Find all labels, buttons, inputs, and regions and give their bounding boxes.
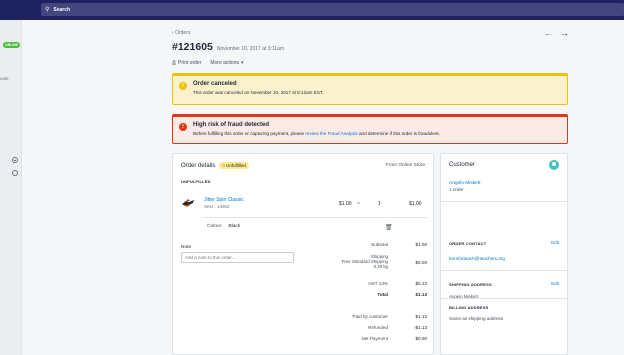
more-actions-label: More actions <box>210 60 239 66</box>
avatar <box>549 160 559 170</box>
summary-label: Refunded <box>368 325 388 330</box>
breadcrumb[interactable]: ‹ Orders <box>172 30 190 36</box>
customer-order-count: 1 order <box>449 187 464 192</box>
unfulfilled-section-label: UNFULFILLED <box>181 179 211 184</box>
summary-amount: $1.13 <box>415 314 428 319</box>
print-order-label: Print order <box>178 60 202 66</box>
summary-label: Shipping Free Standard Shipping 0.29 kg <box>313 254 388 269</box>
banner-title: Order canceled <box>193 81 237 87</box>
product-sku: SKU : 14902 <box>204 204 230 209</box>
online-store-badge: ONLINE <box>3 42 21 48</box>
summary-amount: $1.13 <box>415 292 428 297</box>
banner-title: High risk of fraud detected <box>193 122 270 128</box>
status-dot-icon: ○ <box>222 163 226 168</box>
summary-row-tax: HST 13% $0.13 <box>313 281 427 286</box>
sidebar-item-checkouts[interactable]: outs <box>0 76 9 81</box>
printer-icon: ⎙ <box>172 60 177 66</box>
previous-order-arrow-icon[interactable]: ← <box>544 28 553 38</box>
order-number: #121605 <box>172 41 213 53</box>
banner-text: This order was canceled on November 10, … <box>193 90 324 95</box>
summary-amount: $0.00 <box>415 260 428 265</box>
summary-row-total: Total $1.13 <box>313 292 427 297</box>
product-price: $1.00 <box>339 201 352 207</box>
summary-row-net: Net Payment $0.00 <box>313 336 427 341</box>
order-actions: ⎙ Print order More actions ▾ <box>172 60 244 66</box>
order-details-title: Order details ○ Unfulfilled <box>181 162 249 169</box>
trash-icon[interactable]: 🗑 <box>385 224 393 231</box>
divider <box>441 201 567 202</box>
variant-colour: Colour: Black <box>207 224 240 229</box>
divider <box>441 270 567 271</box>
billing-section: BILLING ADDRESS Same as shipping address <box>440 298 568 355</box>
summary-label: Total <box>377 292 388 297</box>
sidebar: ONLINE outs <box>0 20 22 355</box>
summary-label: HST 13% <box>368 281 388 286</box>
breadcrumb-orders[interactable]: Orders <box>175 30 190 36</box>
order-canceled-banner: ! Order canceled This order was canceled… <box>172 73 568 105</box>
caret-down-icon: ▾ <box>240 60 244 66</box>
note-label: Note <box>181 245 192 250</box>
add-sales-channel-icon[interactable] <box>12 157 18 163</box>
order-details-heading: Order details <box>181 162 216 169</box>
unfulfilled-badge: ○ Unfulfilled <box>219 162 249 169</box>
search-placeholder: Search <box>53 6 71 13</box>
alert-icon: ! <box>179 123 187 131</box>
print-order-button[interactable]: ⎙ Print order <box>172 60 201 66</box>
summary-row-shipping: Shipping Free Standard Shipping 0.29 kg … <box>313 254 427 269</box>
summary-row-subtotal: Subtotal $1.00 <box>313 242 427 247</box>
colour-value: Black <box>228 224 241 229</box>
order-contact-label: ORDER CONTACT <box>449 241 487 246</box>
more-actions-button[interactable]: More actions ▾ <box>210 60 243 66</box>
shipping-address-label: SHIPPING ADDRESS <box>449 282 492 287</box>
order-note-input[interactable] <box>181 252 294 263</box>
customer-name-link[interactable]: Angelo Miskett <box>449 181 480 186</box>
view-store-icon[interactable] <box>12 170 18 176</box>
summary-amount: -$1.13 <box>413 325 427 330</box>
order-source: From Online Store <box>385 163 425 168</box>
unfulfilled-badge-label: Unfulfilled <box>226 163 246 168</box>
summary-label: Paid by customer <box>352 314 389 319</box>
product-quantity: 1 <box>378 201 381 207</box>
summary-row-refunded: Refunded -$1.13 <box>313 325 427 330</box>
fraud-analysis-link[interactable]: review the Fraud Analysis <box>305 131 357 136</box>
multiply-sign: × <box>357 201 360 207</box>
customer-email-link[interactable]: bornforteach@teachers.org <box>449 256 505 261</box>
fraud-risk-banner: ! High risk of fraud detected Before ful… <box>172 114 568 144</box>
fraud-text-after: and determine if this order is fraudulen… <box>357 131 440 136</box>
product-line-total: $1.00 <box>409 201 422 207</box>
search-input[interactable]: ⚲ Search <box>41 3 624 16</box>
search-icon: ⚲ <box>45 7 50 13</box>
summary-amount: $1.00 <box>415 242 428 247</box>
divider <box>203 217 427 218</box>
summary-amount: $0.13 <box>415 281 428 286</box>
product-name-link[interactable]: Jitter Spin Classic <box>204 197 244 203</box>
order-date: November 10, 2017 at 3:11am <box>216 46 285 52</box>
divider <box>441 298 567 299</box>
billing-address-label: BILLING ADDRESS <box>449 305 489 310</box>
order-navigation: ← → <box>544 28 569 38</box>
summary-row-paid: Paid by customer $1.13 <box>313 314 428 319</box>
shipping-weight: 0.29 kg <box>373 264 388 269</box>
edit-shipping-link[interactable]: Edit <box>551 281 559 286</box>
order-details-card: Order details ○ Unfulfilled From Online S… <box>172 153 434 355</box>
edit-contact-link[interactable]: Edit <box>551 240 559 245</box>
next-order-arrow-icon[interactable]: → <box>560 28 569 38</box>
summary-amount: $0.00 <box>415 336 428 341</box>
summary-label: Subtotal <box>371 242 388 247</box>
fraud-text-before: Before fulfilling this order or capturin… <box>193 131 306 136</box>
colour-label: Colour: <box>207 224 223 229</box>
order-header: #121605 November 10, 2017 at 3:11am <box>172 41 284 53</box>
top-bar: ⚲ Search <box>0 0 624 20</box>
billing-same-as-shipping: Same as shipping address <box>449 316 504 321</box>
customer-title: Customer <box>449 162 476 168</box>
warning-icon: ! <box>179 82 187 90</box>
summary-label: Net Payment <box>361 336 388 341</box>
product-thumbnail <box>182 199 194 207</box>
banner-text: Before fulfilling this order or capturin… <box>193 131 559 136</box>
